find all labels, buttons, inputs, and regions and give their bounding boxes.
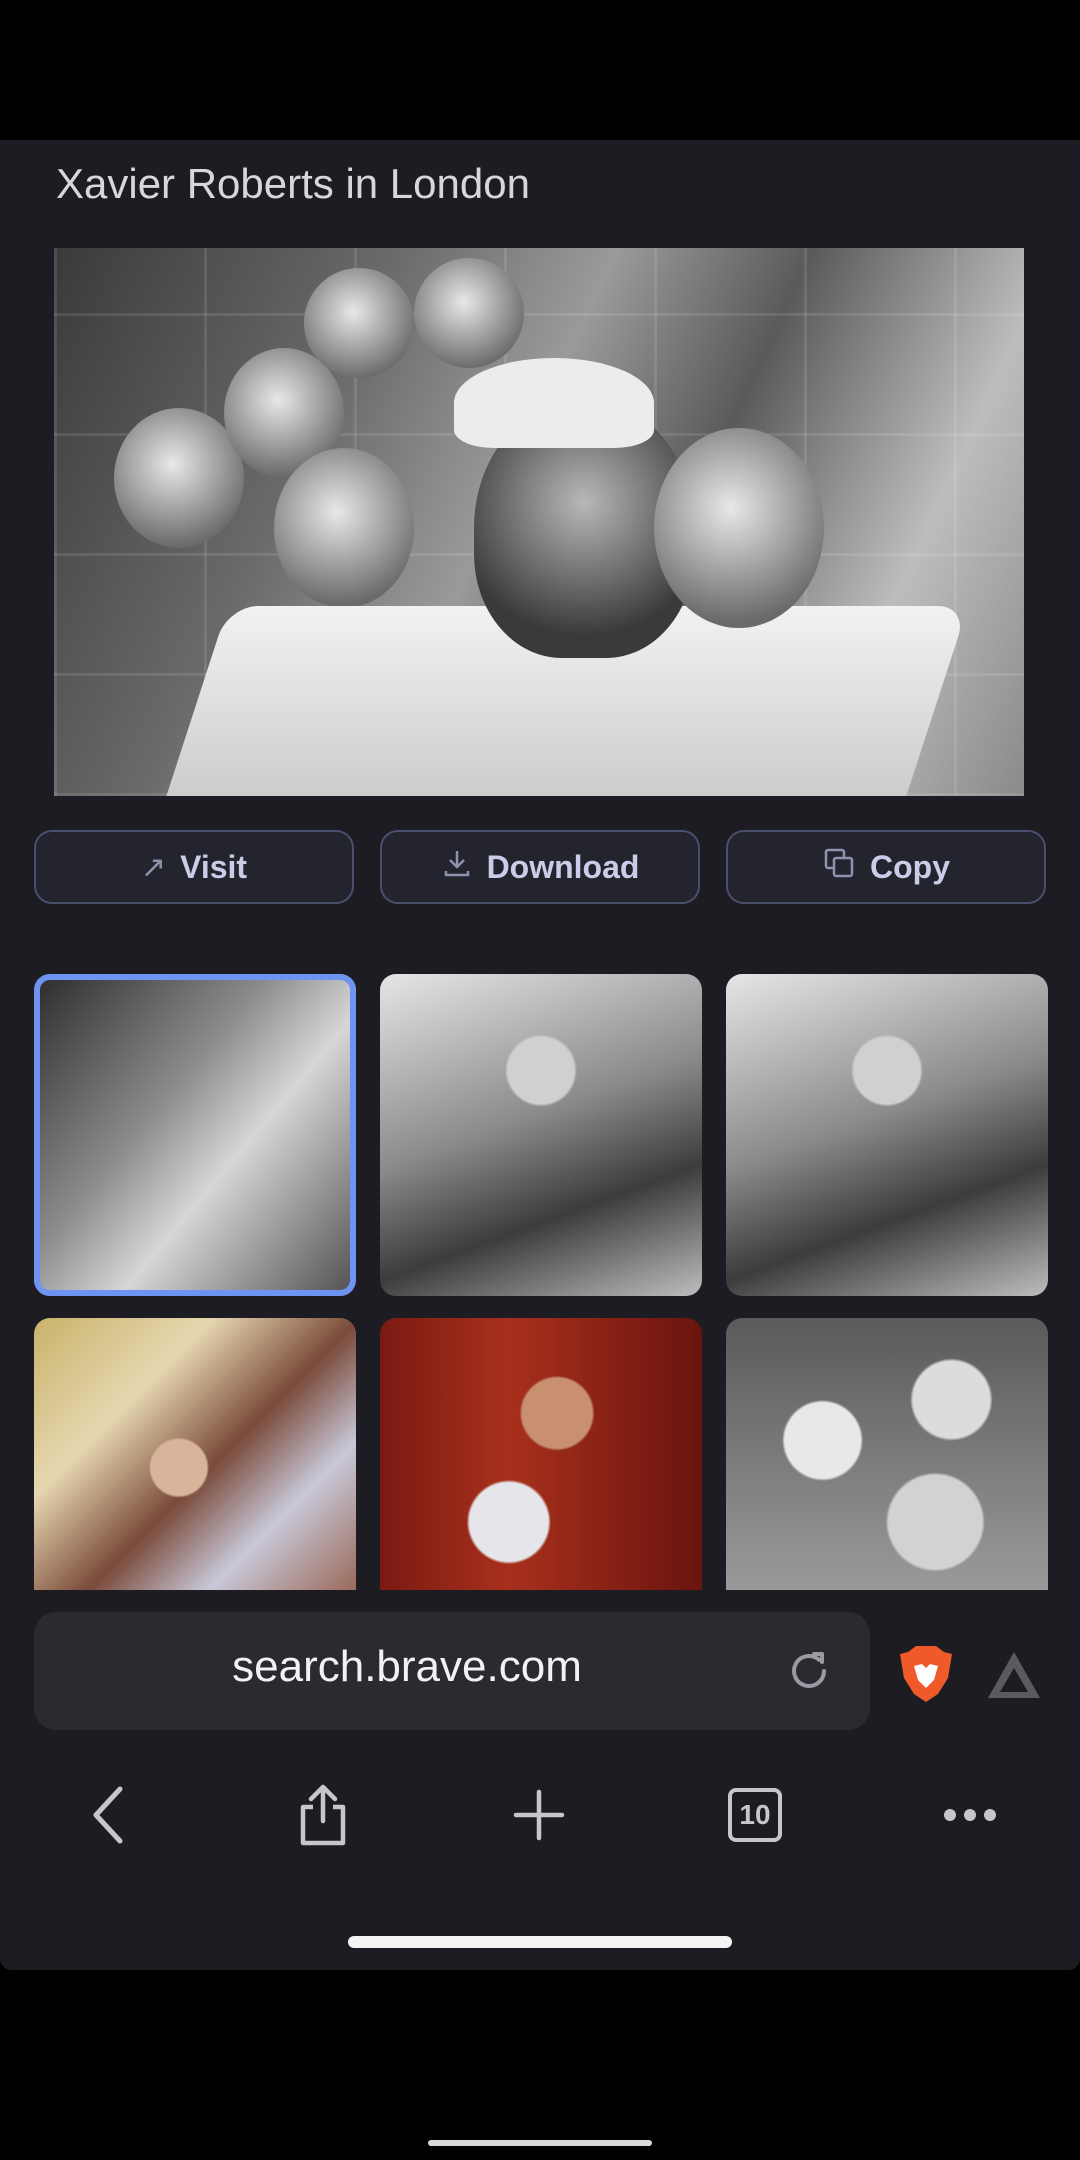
share-icon (300, 1784, 346, 1846)
tabs-button[interactable]: 10 (715, 1780, 795, 1850)
reload-icon[interactable] (784, 1646, 834, 1696)
tab-count: 10 (728, 1788, 782, 1842)
back-button[interactable] (68, 1780, 148, 1850)
download-icon (441, 847, 473, 887)
thumbnail-1[interactable] (34, 974, 356, 1296)
thumbnail-6[interactable] (726, 1318, 1048, 1590)
plus-icon (513, 1789, 565, 1841)
more-menu-button[interactable] (930, 1780, 1010, 1850)
visit-label: Visit (180, 848, 248, 885)
brave-shields-icon[interactable] (898, 1644, 954, 1704)
back-icon (93, 1786, 123, 1844)
copy-label: Copy (870, 848, 950, 885)
more-icon (944, 1809, 996, 1821)
visit-button[interactable]: ↗ Visit (34, 830, 354, 904)
thumbnail-5[interactable] (380, 1318, 702, 1590)
thumbnail-4[interactable] (34, 1318, 356, 1590)
address-bar[interactable]: search.brave.com (34, 1612, 870, 1730)
arrow-up-right-icon: ↗ (140, 850, 167, 884)
new-tab-button[interactable] (499, 1780, 579, 1850)
brave-rewards-icon[interactable] (984, 1648, 1044, 1702)
copy-icon (822, 846, 856, 888)
copy-button[interactable]: Copy (726, 830, 1046, 904)
download-label: Download (486, 848, 640, 885)
thumbnail-3[interactable] (726, 974, 1048, 1296)
preview-image[interactable] (54, 248, 1024, 796)
system-home-indicator[interactable] (428, 2140, 652, 2146)
download-button[interactable]: Download (380, 830, 700, 904)
url-text: search.brave.com (232, 1642, 582, 1691)
image-title: Xavier Roberts in London (56, 160, 530, 207)
thumbnail-2[interactable] (380, 974, 702, 1296)
home-indicator[interactable] (348, 1936, 732, 1948)
share-button[interactable] (283, 1780, 363, 1850)
